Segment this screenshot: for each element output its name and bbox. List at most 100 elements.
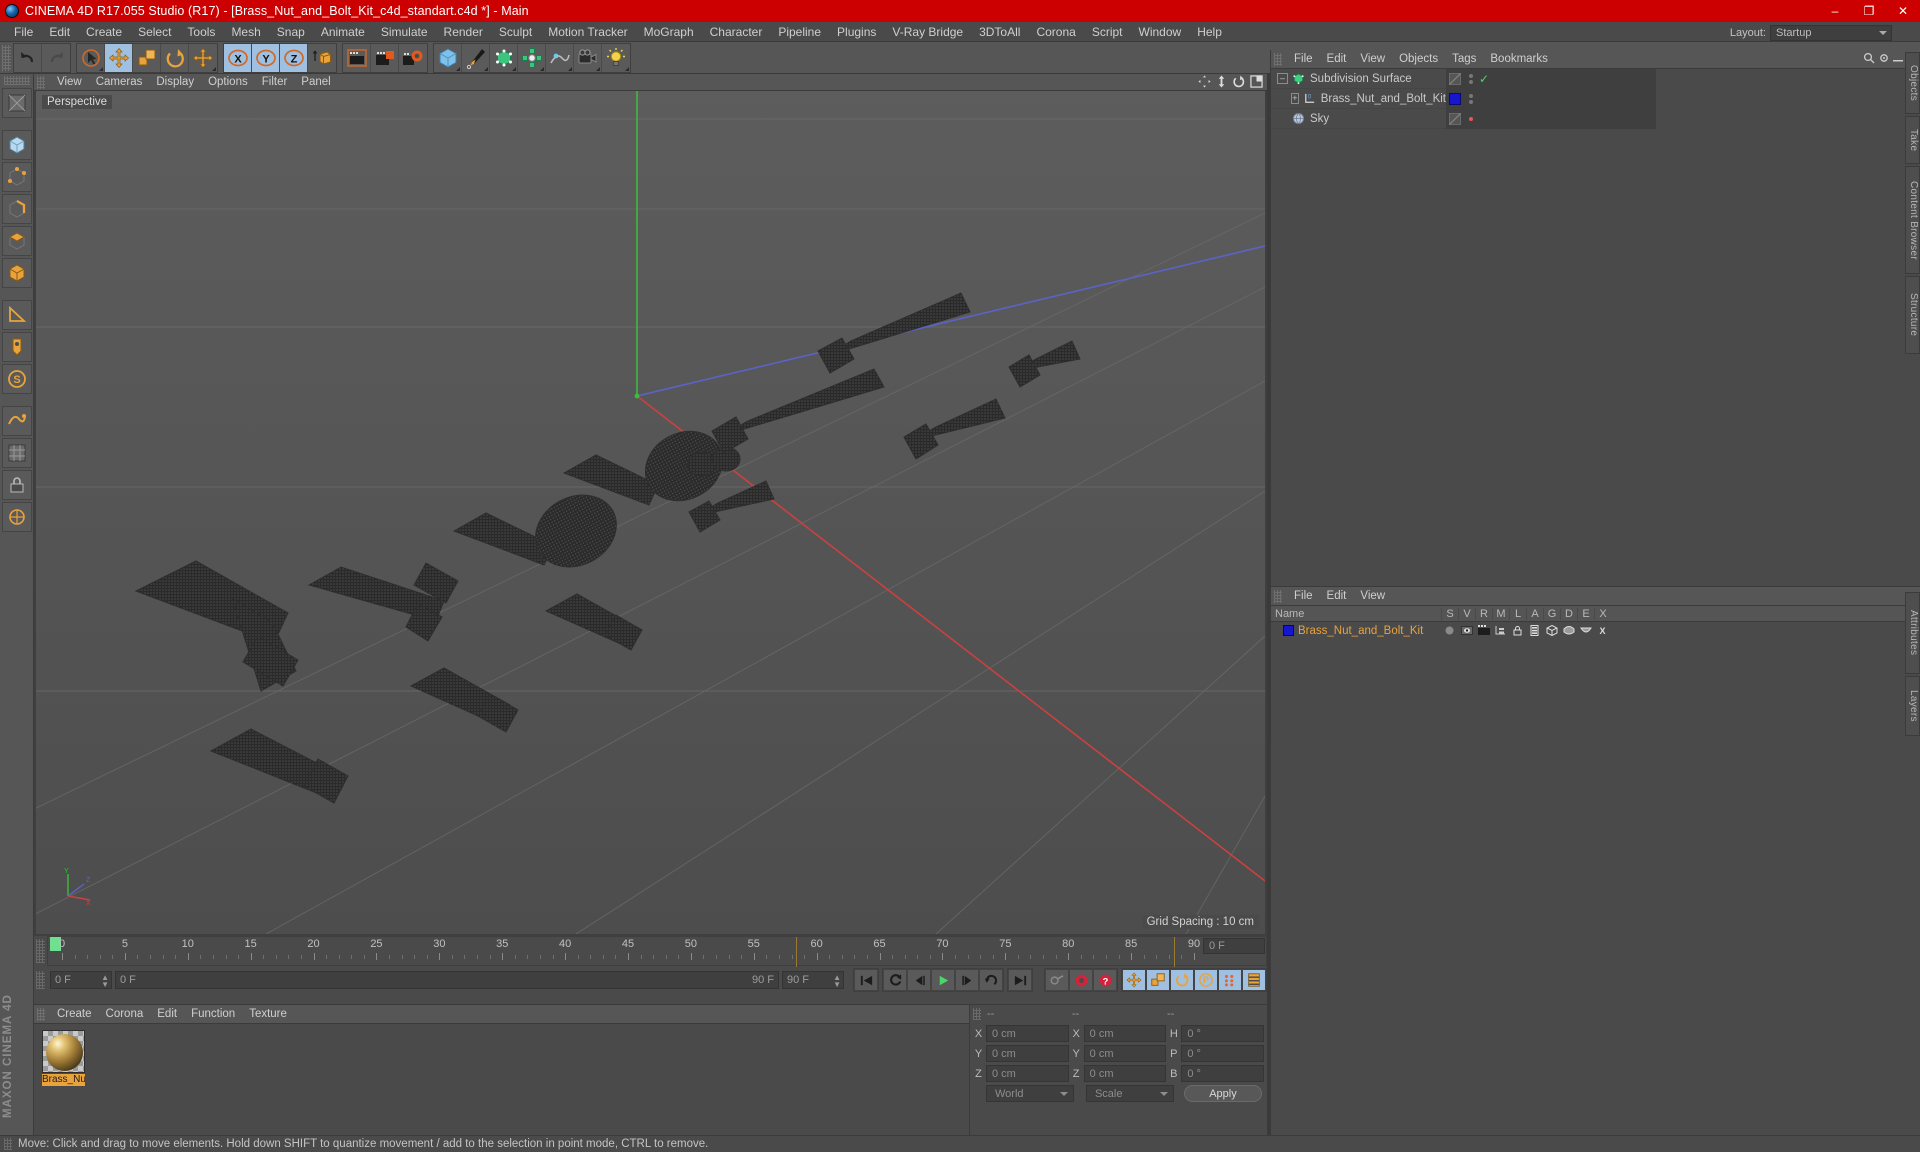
- layer-manager-cell[interactable]: [1492, 625, 1509, 636]
- position-y-field[interactable]: 0 cm: [986, 1045, 1069, 1062]
- layer-column-g[interactable]: G: [1543, 607, 1560, 620]
- expander-plus-icon[interactable]: +: [1291, 93, 1299, 104]
- menu-item-snap[interactable]: Snap: [269, 22, 313, 42]
- material-manager-menu-corona[interactable]: Corona: [99, 1005, 151, 1024]
- minimize-panel-icon[interactable]: [1893, 52, 1903, 67]
- layer-column-s[interactable]: S: [1441, 607, 1458, 620]
- texture-axis-mode-button[interactable]: [1, 88, 32, 118]
- menu-item-motion-tracker[interactable]: Motion Tracker: [540, 22, 635, 42]
- layer-column-name[interactable]: Name: [1271, 608, 1441, 620]
- play-forward-icon[interactable]: [931, 969, 955, 991]
- goto-end-icon[interactable]: [1008, 969, 1032, 991]
- material-list[interactable]: Brass_Nu: [34, 1024, 969, 1136]
- timeline-grip[interactable]: [36, 939, 45, 963]
- measure-icon[interactable]: [1, 300, 32, 330]
- goto-start-icon[interactable]: [854, 969, 878, 991]
- model-mode-button[interactable]: [1, 130, 32, 160]
- menu-item-corona[interactable]: Corona: [1028, 22, 1083, 42]
- maximize-button[interactable]: ❐: [1852, 0, 1886, 22]
- rotation-b-field[interactable]: 0 °: [1181, 1065, 1265, 1082]
- menu-item-window[interactable]: Window: [1131, 22, 1190, 42]
- object-manager-menu-edit[interactable]: Edit: [1320, 50, 1354, 69]
- options-icon[interactable]: [1878, 52, 1890, 67]
- menu-item-sculpt[interactable]: Sculpt: [491, 22, 540, 42]
- position-z-field[interactable]: 0 cm: [986, 1065, 1069, 1082]
- z-axis-lock-button[interactable]: Z: [280, 43, 308, 72]
- next-frame-icon[interactable]: [955, 969, 979, 991]
- object-manager-menu-bookmarks[interactable]: Bookmarks: [1483, 50, 1555, 69]
- current-frame-display[interactable]: 0 F: [1203, 938, 1265, 954]
- size-y-field[interactable]: 0 cm: [1083, 1045, 1167, 1062]
- layer-animation-cell[interactable]: [1526, 625, 1543, 636]
- timeline-ruler[interactable]: 0 5 10 15 20 25 30 35 40 45 50 55 60 65 70 75 80 85 90: [47, 936, 1267, 967]
- expander-minus-icon[interactable]: –: [1277, 73, 1288, 84]
- tab-structure[interactable]: Structure: [1905, 276, 1920, 354]
- viewport-menu-cameras[interactable]: Cameras: [89, 74, 150, 91]
- layer-manager-menu-file[interactable]: File: [1287, 587, 1320, 606]
- menu-item-script[interactable]: Script: [1084, 22, 1131, 42]
- loop-icon[interactable]: [979, 969, 1003, 991]
- transform-mode-dropdown[interactable]: Scale: [1085, 1085, 1174, 1102]
- scene-object-button[interactable]: [546, 43, 574, 72]
- viewport-menu-filter[interactable]: Filter: [255, 74, 295, 91]
- perspective-viewport[interactable]: Perspective Grid Spacing : 10 cm Y X Z: [36, 91, 1265, 934]
- pla-key-icon[interactable]: [1218, 969, 1242, 991]
- autokey-icon[interactable]: [1045, 969, 1069, 991]
- snap-icon[interactable]: [1, 406, 32, 436]
- record-active-objects-icon[interactable]: [1069, 969, 1093, 991]
- close-button[interactable]: ✕: [1886, 0, 1920, 22]
- material-manager-menu-function[interactable]: Function: [184, 1005, 242, 1024]
- spinner-icon[interactable]: ▲ ▼: [101, 974, 109, 989]
- menu-item-animate[interactable]: Animate: [313, 22, 373, 42]
- menu-item-simulate[interactable]: Simulate: [373, 22, 436, 42]
- keyframe-selection-icon[interactable]: ?: [1093, 969, 1117, 991]
- layer-column-e[interactable]: E: [1577, 607, 1594, 620]
- object-row-subdivision-surface[interactable]: – Subdivision Surface ✓: [1271, 68, 1920, 89]
- layer-color-swatch[interactable]: [1283, 625, 1294, 636]
- object-manager-menu-objects[interactable]: Objects: [1392, 50, 1445, 69]
- scale-key-icon[interactable]: [1146, 969, 1170, 991]
- viewport-menu-view[interactable]: View: [50, 74, 89, 91]
- redo-button[interactable]: [42, 44, 70, 72]
- layer-manager-grip[interactable]: [1274, 589, 1282, 603]
- rotation-p-field[interactable]: 0 °: [1181, 1045, 1265, 1062]
- tab-objects[interactable]: Objects: [1905, 52, 1920, 114]
- menu-item-create[interactable]: Create: [78, 22, 130, 42]
- x-axis-lock-button[interactable]: X: [224, 43, 252, 72]
- layer-column-l[interactable]: L: [1509, 607, 1526, 620]
- param-key-icon[interactable]: P: [1194, 969, 1218, 991]
- generator-button[interactable]: [490, 43, 518, 72]
- polygon-mode-button[interactable]: [1, 226, 32, 256]
- play-backwards-icon[interactable]: [883, 969, 907, 991]
- quantize-icon[interactable]: [1, 438, 32, 468]
- menu-item-help[interactable]: Help: [1189, 22, 1230, 42]
- search-icon[interactable]: [1863, 52, 1875, 67]
- preview-range-scrollbar[interactable]: 0 F 90 F: [115, 971, 779, 989]
- position-key-icon[interactable]: [1122, 969, 1146, 991]
- tab-content-browser[interactable]: Content Browser: [1905, 166, 1920, 274]
- layer-column-d[interactable]: D: [1560, 607, 1577, 620]
- menu-item-plugins[interactable]: Plugins: [829, 22, 884, 42]
- live-selection-button[interactable]: [77, 43, 105, 72]
- spline-pen-button[interactable]: [462, 43, 490, 72]
- layer-column-x[interactable]: X: [1594, 607, 1611, 620]
- object-manager-menu-view[interactable]: View: [1353, 50, 1392, 69]
- menu-item-v-ray-bridge[interactable]: V-Ray Bridge: [884, 22, 971, 42]
- size-z-field[interactable]: 0 cm: [1083, 1065, 1167, 1082]
- menu-item-character[interactable]: Character: [702, 22, 771, 42]
- layer-row[interactable]: Brass_Nut_and_Bolt_Kit X: [1271, 622, 1920, 639]
- viewport-menu-panel[interactable]: Panel: [294, 74, 337, 91]
- rotation-h-field[interactable]: 0 °: [1181, 1025, 1265, 1042]
- manipulator-icon[interactable]: [1, 502, 32, 532]
- layer-expressions-cell[interactable]: [1577, 625, 1594, 636]
- rotation-key-icon[interactable]: [1170, 969, 1194, 991]
- status-bar-grip[interactable]: [4, 1138, 12, 1150]
- size-x-field[interactable]: 0 cm: [1083, 1025, 1167, 1042]
- move-tool-button[interactable]: [105, 43, 133, 72]
- edge-mode-button[interactable]: [1, 194, 32, 224]
- layer-manager-menu-edit[interactable]: Edit: [1320, 587, 1354, 606]
- material-manager-grip[interactable]: [37, 1007, 45, 1021]
- end-frame-field[interactable]: 90 F ▲ ▼: [782, 971, 844, 989]
- object-manager-grip[interactable]: [1274, 52, 1282, 66]
- camera-button[interactable]: [574, 43, 602, 72]
